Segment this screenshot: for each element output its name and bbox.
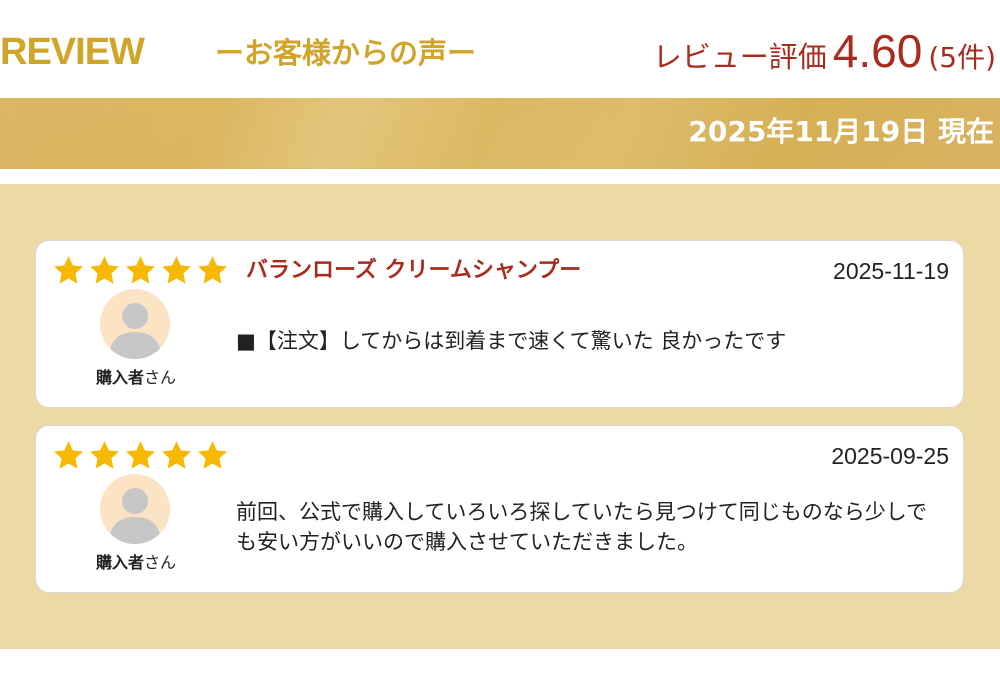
star-rating — [52, 439, 229, 472]
review-text: ■【注文】してからは到着まで速くて驚いた 良かったです — [236, 329, 787, 353]
reviewer-avatar — [100, 289, 170, 359]
star-icon — [162, 256, 191, 284]
review-card: バランローズ クリームシャンプー 2025-11-19 購入者さん ■【注文】し… — [35, 240, 964, 408]
reviewer-name: 購入者 — [95, 368, 144, 387]
product-name-link[interactable]: バランローズ クリームシャンプー — [246, 255, 581, 287]
review-brand-title: REVIEW — [0, 31, 145, 73]
reviewer-label: 購入者さん — [66, 367, 206, 389]
reviewer-label: 購入者さん — [66, 552, 206, 574]
as-of-date: 2025年11月19日 現在 — [688, 115, 994, 148]
star-icon — [54, 256, 83, 284]
review-list: バランローズ クリームシャンプー 2025-11-19 購入者さん ■【注文】し… — [0, 184, 1000, 649]
review-count: (5件) — [928, 41, 996, 74]
user-silhouette-icon — [109, 303, 161, 359]
star-icon — [90, 256, 119, 284]
star-icon — [162, 441, 191, 469]
rating-score: 4.60 — [832, 25, 923, 77]
date-banner: 2025年11月19日 現在 — [0, 98, 1000, 169]
review-card: 2025-09-25 購入者さん 前回、公式で購入していろいろ探していたら見つけ… — [35, 425, 964, 593]
star-icon — [198, 441, 227, 469]
star-rating — [52, 254, 229, 287]
reviewer-avatar — [100, 474, 170, 544]
review-text: 前回、公式で購入していろいろ探していたら見つけて同じものなら少しでも安い方がいい… — [236, 500, 928, 554]
star-icon — [126, 441, 155, 469]
rating-label: レビュー評価 — [652, 40, 827, 74]
star-icon — [198, 256, 227, 284]
review-date: 2025-09-25 — [831, 443, 949, 469]
review-header: REVIEW ーお客様からの声ー レビュー評価 4.60 (5件) — [0, 0, 1000, 98]
reviewer-name: 購入者 — [95, 553, 144, 572]
review-date: 2025-11-19 — [833, 258, 949, 284]
reviewer-suffix: さん — [144, 368, 177, 387]
customer-voice-subtitle: ーお客様からの声ー — [215, 36, 477, 70]
star-icon — [126, 256, 155, 284]
star-icon — [54, 441, 83, 469]
overall-rating: レビュー評価 4.60 (5件) — [653, 26, 996, 87]
star-icon — [90, 441, 119, 469]
reviewer-suffix: さん — [144, 553, 177, 572]
user-silhouette-icon — [109, 488, 161, 544]
